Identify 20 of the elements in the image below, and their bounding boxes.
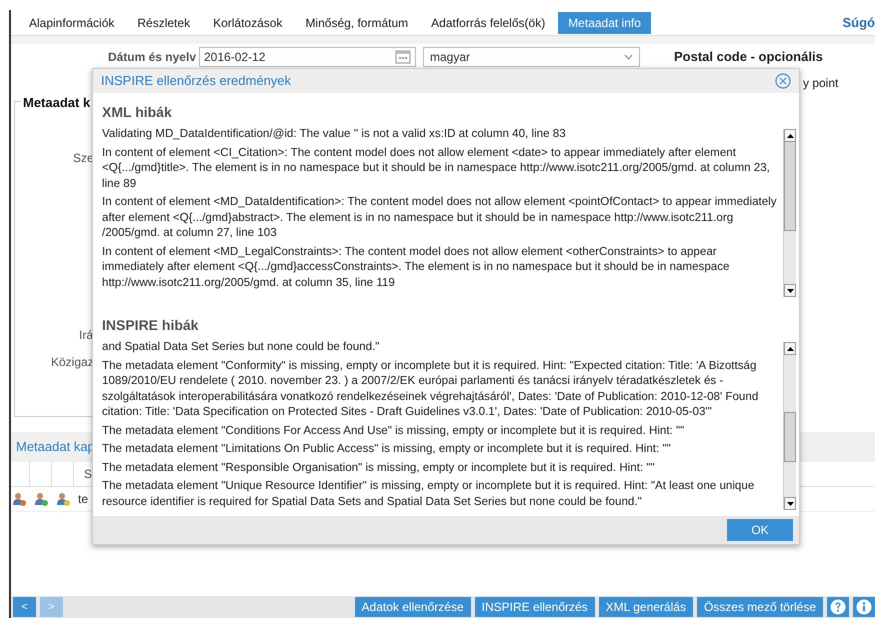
error-message: The metadata element "Unique Resource Identifier" is missing, empty or incomplete but it is required. Hint: "At least one unique resource identifier is required for Spatial Data Sets and Spatial Data Set Series but none could be found.": [102, 478, 756, 510]
field-label: y point: [803, 74, 838, 92]
field-label: Dátum és nyelv: [106, 49, 196, 66]
error-message: Validating MD_DataIdentification/@id: The value '' is not a valid xs:ID at column 40, line 83: [102, 126, 567, 142]
section-heading: Postal code - opcionális: [674, 48, 824, 66]
field-label: Közigaz: [51, 354, 94, 371]
error-message: The metadata element "Limitations On Public Access" is missing, empty or incomplete but it is required. Hint: "": [102, 441, 672, 457]
table-cell-text: te: [78, 491, 88, 508]
error-message: The metadata element "Conformity" is missing, empty or incomplete but it is required. Hint: "Expected citation: Title: 'A Bizottság 1089/2010/EU rendelete ( 2010. november 23. ) a 2007/2/EK európai parlamenti és tanácsi irányelv téradatkészletek és -szolgáltatások interoperabilitására vonatkozó rendelkezéseinek végrehajtásáról', Dates: 'Date of Publication: 2010-12-08' Found citation: Title: 'Data Specification on Protected Sites - Draft Guidelines v3.0.1', Dates: 'Date of Publication: 2010-05-03'": [102, 358, 760, 420]
error-message: In content of element <MD_LegalConstraints>: The content model does not allow element <otherConstraints> to appear immediately after element <Q{.../gmd}accessConstraints>. The element is in no namespace but it should be in namespace http://www.isotc211.org/2005/gmd. at column 35, line 119: [102, 244, 730, 290]
error-message: and Spatial Data Set Series but none could be found.": [102, 339, 380, 355]
section-heading: INSPIRE hibák: [102, 316, 200, 336]
section-heading: XML hibák: [102, 103, 173, 122]
field-label: Irá: [79, 327, 94, 344]
error-message: In content of element <CI_Citation>: The content model does not allow element <date> to appear immediately after element <Q{.../gmd}title>. The element is in no namespace but it should be in namespace http://www.isotc211.org/2005/gmd. at column 23, line 89: [102, 144, 771, 192]
error-message: The metadata element "Responsible Organisation" is missing, empty or incomplete but it is required. Hint: "": [102, 460, 656, 476]
dialog-title: INSPIRE ellenőrzés eredmények: [101, 72, 292, 90]
error-message: In content of element <MD_DataIdentification>: The content model does not allow element <pointOfContact> to appear immediately after element <Q{.../gmd}abstract>. The element is in no namespace but it should be in namespace http://www.isotc211.org /2005/gmd. at column 27, line 103: [102, 194, 778, 241]
error-message: The metadata element "Conditions For Access And Use" is missing, empty or incomplete but it is required. Hint: "": [102, 422, 686, 438]
column-header: S: [84, 466, 92, 483]
